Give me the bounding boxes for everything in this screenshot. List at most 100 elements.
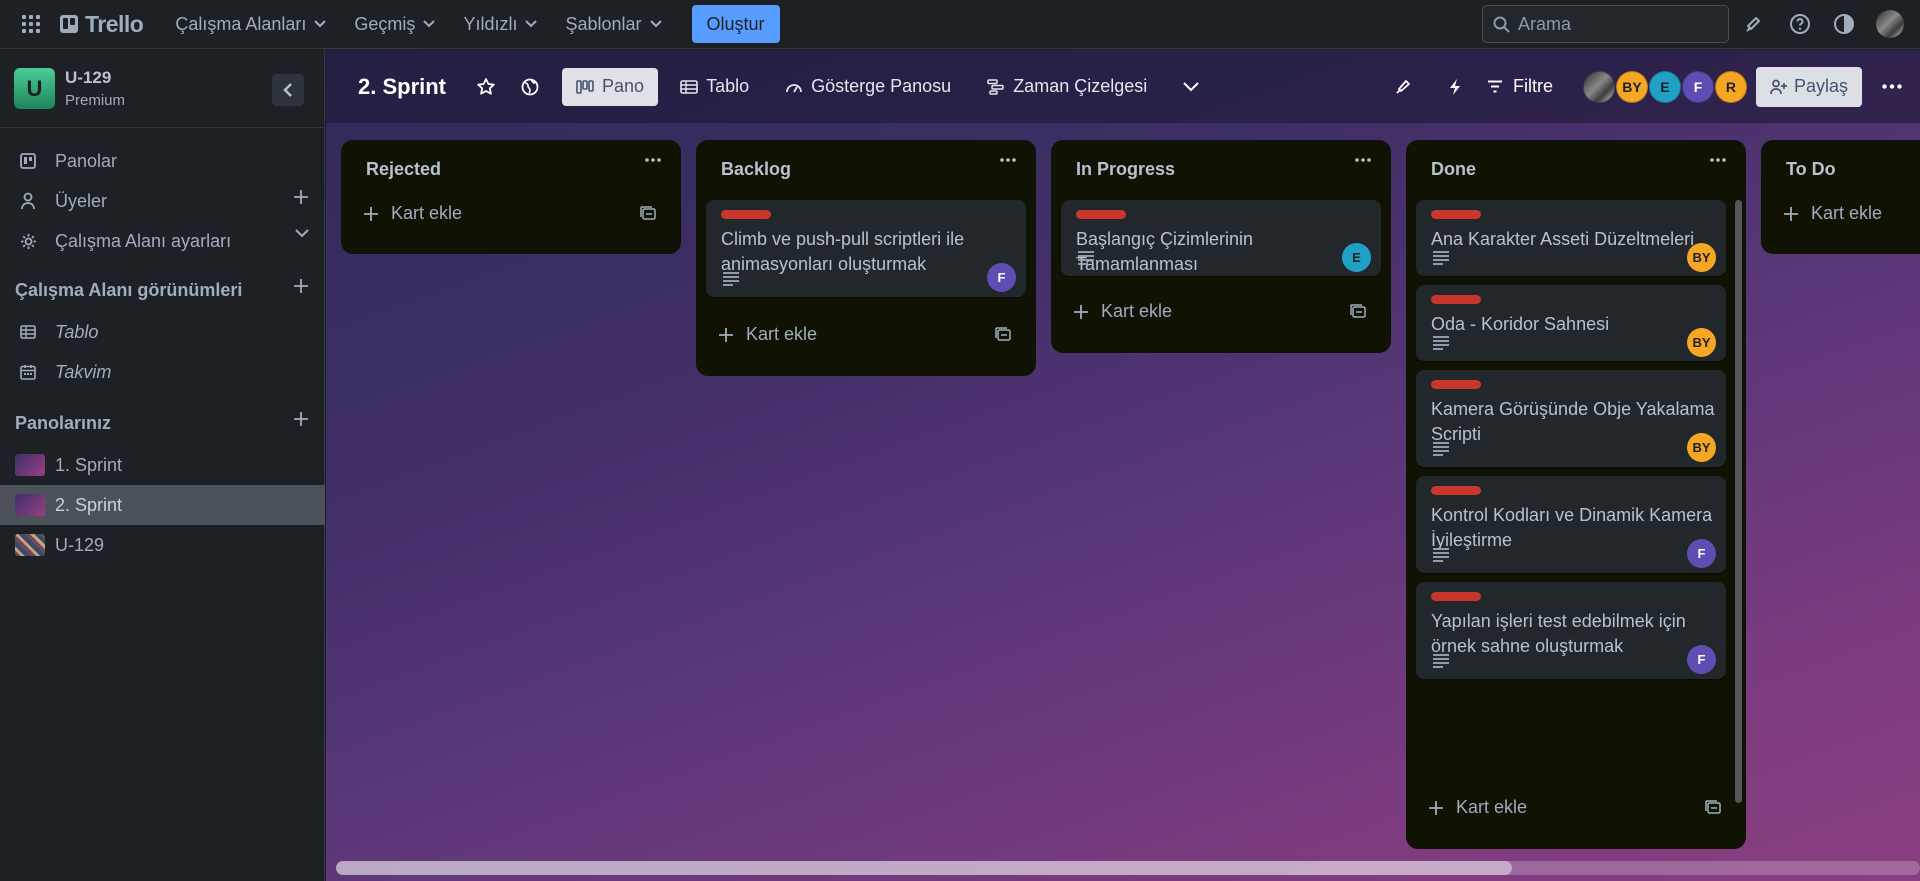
sidebar-item-boards[interactable]: Panolar xyxy=(0,141,325,181)
view-tab-table[interactable]: Tablo xyxy=(666,68,763,106)
more-icon[interactable] xyxy=(1876,71,1908,103)
search-input[interactable]: Arama xyxy=(1482,5,1729,43)
board-icon xyxy=(20,153,42,169)
add-card-button[interactable]: Kart ekle xyxy=(1428,797,1527,818)
globe-icon[interactable] xyxy=(514,71,546,103)
card-template-icon[interactable] xyxy=(1705,800,1721,814)
menu-workspaces[interactable]: Çalışma Alanları xyxy=(163,8,338,40)
member-avatar[interactable]: E xyxy=(1648,70,1681,103)
plus-icon xyxy=(1428,800,1444,816)
card[interactable]: Ana Karakter Asseti Düzeltmeleri BY xyxy=(1416,200,1726,276)
workspace-plan: Premium xyxy=(65,92,126,109)
add-member-icon[interactable] xyxy=(293,189,309,205)
member-avatar[interactable]: BY xyxy=(1615,70,1648,103)
card[interactable]: Oda - Koridor Sahnesi BY xyxy=(1416,285,1726,361)
list-title[interactable]: Rejected xyxy=(366,159,441,180)
card-template-icon[interactable] xyxy=(640,206,656,220)
plus-icon xyxy=(363,206,379,222)
card-member-avatar[interactable]: F xyxy=(987,263,1016,292)
add-card-button[interactable]: Kart ekle xyxy=(718,324,817,345)
add-card-button[interactable]: Kart ekle xyxy=(1783,203,1882,224)
card-member-avatar[interactable]: E xyxy=(1342,243,1371,272)
menu-starred[interactable]: Yıldızlı xyxy=(451,8,549,40)
add-card-button[interactable]: Kart ekle xyxy=(1073,301,1172,322)
card-member-avatar[interactable]: BY xyxy=(1687,328,1716,357)
card-label[interactable] xyxy=(721,210,771,219)
star-icon[interactable] xyxy=(470,71,502,103)
add-card-label: Kart ekle xyxy=(391,203,463,223)
chevron-down-icon[interactable] xyxy=(1175,71,1207,103)
sidebar-board-sprint-2[interactable]: 2. Sprint xyxy=(0,485,325,525)
list-menu-icon[interactable] xyxy=(1000,158,1016,162)
card-template-icon[interactable] xyxy=(1350,304,1366,318)
notifications-icon[interactable] xyxy=(1740,10,1768,38)
card-label[interactable] xyxy=(1431,210,1481,219)
board-canvas: 2. Sprint Pano Tablo Gösterge Panosu Zam… xyxy=(326,50,1920,881)
member-avatar[interactable] xyxy=(1582,70,1615,103)
add-card-label: Kart ekle xyxy=(1101,301,1173,321)
card-label[interactable] xyxy=(1431,295,1481,304)
collapse-sidebar-button[interactable] xyxy=(272,74,304,106)
view-tab-label: Zaman Çizelgesi xyxy=(1013,76,1148,96)
card-label[interactable] xyxy=(1431,592,1481,601)
sidebar-view-table[interactable]: Tablo xyxy=(0,312,325,352)
card[interactable]: Başlangıç Çizimlerinin Tamamlanması E xyxy=(1061,200,1381,276)
view-tab-board[interactable]: Pano xyxy=(562,67,659,106)
card[interactable]: Climb ve push-pull scriptleri ile animas… xyxy=(706,200,1026,297)
chevron-down-icon[interactable] xyxy=(295,229,309,238)
plus-icon xyxy=(1073,304,1089,320)
card-label[interactable] xyxy=(1076,210,1126,219)
list-menu-icon[interactable] xyxy=(1355,158,1371,162)
sidebar-board-u129[interactable]: U-129 xyxy=(0,525,325,565)
card[interactable]: Kamera Görüşünde Obje Yakalama Scripti B… xyxy=(1416,370,1726,467)
member-avatar[interactable]: R xyxy=(1714,70,1747,103)
card-member-avatar[interactable]: BY xyxy=(1687,243,1716,272)
workspace-name[interactable]: U-129 xyxy=(65,68,125,88)
sidebar-item-members[interactable]: Üyeler xyxy=(0,181,325,221)
list-title[interactable]: Backlog xyxy=(721,159,791,180)
card-member-avatar[interactable]: BY xyxy=(1687,433,1716,462)
filter-button[interactable]: Filtre xyxy=(1487,76,1553,97)
automation-icon[interactable] xyxy=(1439,71,1471,103)
view-tab-label: Tablo xyxy=(706,76,750,96)
list-title[interactable]: Done xyxy=(1431,159,1476,180)
card[interactable]: Yapılan işleri test edebilmek için örnek… xyxy=(1416,582,1726,679)
menu-recent[interactable]: Geçmiş xyxy=(342,8,447,40)
member-avatar[interactable]: F xyxy=(1681,70,1714,103)
plus-icon xyxy=(718,327,734,343)
board-title[interactable]: 2. Sprint xyxy=(358,74,446,100)
section-label: Çalışma Alanı görünümleri xyxy=(15,280,243,300)
share-button[interactable]: Paylaş xyxy=(1755,66,1862,107)
add-card-button[interactable]: Kart ekle xyxy=(363,203,462,224)
create-button[interactable]: Oluştur xyxy=(691,5,780,43)
power-ups-icon[interactable] xyxy=(1387,71,1419,103)
sidebar-board-sprint-1[interactable]: 1. Sprint xyxy=(0,445,325,485)
sidebar-item-workspace-settings[interactable]: Çalışma Alanı ayarları xyxy=(0,221,325,261)
card[interactable]: Kontrol Kodları ve Dinamik Kamera İyileş… xyxy=(1416,476,1726,573)
theme-toggle-icon[interactable] xyxy=(1830,10,1858,38)
card-label[interactable] xyxy=(1431,486,1481,495)
card-member-avatar[interactable]: F xyxy=(1687,539,1716,568)
list-title[interactable]: In Progress xyxy=(1076,159,1175,180)
card-member-avatar[interactable]: F xyxy=(1687,645,1716,674)
view-tab-dashboard[interactable]: Gösterge Panosu xyxy=(771,68,965,106)
sidebar-item-label: Takvim xyxy=(55,361,112,382)
menu-templates[interactable]: Şablonlar xyxy=(553,8,673,40)
chevron-down-icon xyxy=(314,20,327,28)
list-menu-icon[interactable] xyxy=(1710,158,1726,162)
user-avatar[interactable] xyxy=(1876,10,1904,38)
list-title[interactable]: To Do xyxy=(1786,159,1836,180)
sidebar-view-calendar[interactable]: Takvim xyxy=(0,352,325,392)
card-label[interactable] xyxy=(1431,380,1481,389)
view-tab-timeline[interactable]: Zaman Çizelgesi xyxy=(973,68,1161,106)
card-template-icon[interactable] xyxy=(995,327,1011,341)
list-menu-icon[interactable] xyxy=(645,158,661,162)
help-icon[interactable] xyxy=(1786,10,1814,38)
app-switcher-icon[interactable] xyxy=(16,9,46,39)
list-scrollbar[interactable] xyxy=(1735,200,1742,803)
add-board-icon[interactable] xyxy=(293,411,309,432)
horizontal-scrollbar-thumb[interactable] xyxy=(336,861,1512,875)
add-view-icon[interactable] xyxy=(293,278,309,299)
sidebar-item-label: Panolar xyxy=(55,150,118,171)
trello-logo[interactable]: Trello xyxy=(60,11,144,38)
